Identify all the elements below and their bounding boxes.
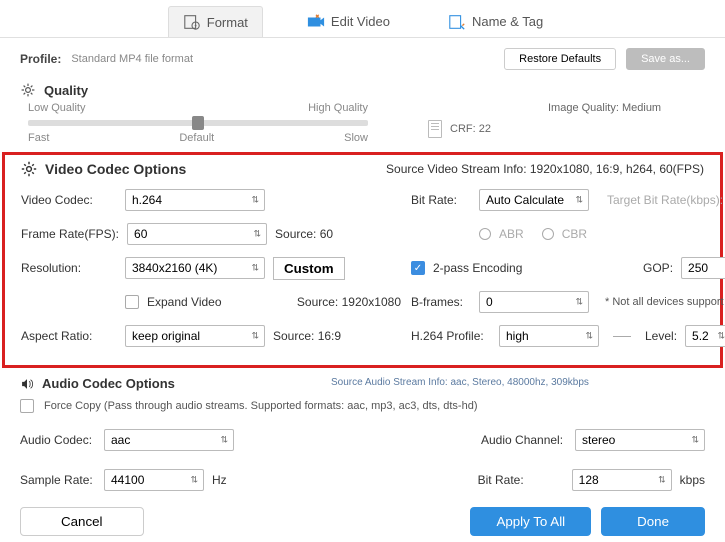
crf-text: CRF: 22 <box>450 123 491 135</box>
expand-video-label: Expand Video <box>147 295 222 309</box>
tab-label: Edit Video <box>331 14 390 29</box>
bitrate-label: Bit Rate: <box>411 193 471 207</box>
audio-codec-header: Audio Codec Options <box>0 374 195 393</box>
video-codec-select[interactable]: h.264 <box>125 189 265 211</box>
tab-edit-video[interactable]: Edit Video <box>293 6 404 37</box>
default-label: Default <box>179 132 214 144</box>
tabs-bar: Format Edit Video Name & Tag <box>0 0 725 38</box>
done-button[interactable]: Done <box>601 507 705 536</box>
video-codec-label: Video Codec: <box>21 193 117 207</box>
target-bitrate-label: Target Bit Rate(kbps): <box>607 193 723 207</box>
tab-label: Format <box>207 15 248 30</box>
aspect-ratio-select[interactable]: keep original <box>125 325 265 347</box>
resolution-select[interactable]: 3840x2160 (4K) <box>125 257 265 279</box>
audio-source-info: Source Audio Stream Info: aac, Stereo, 4… <box>195 377 725 388</box>
abr-label: ABR <box>499 227 524 241</box>
bframes-label: B-frames: <box>411 295 471 309</box>
force-copy-checkbox[interactable] <box>20 399 34 413</box>
audio-codec-label: Audio Codec: <box>20 433 96 447</box>
quality-title: Quality <box>44 83 88 98</box>
tab-label: Name & Tag <box>472 14 543 29</box>
quality-slider[interactable] <box>28 120 368 126</box>
slider-thumb[interactable] <box>192 116 204 130</box>
resolution-source: Source: 1920x1080 <box>297 295 401 309</box>
audio-codec-section: Force Copy (Pass through audio streams. … <box>0 393 725 501</box>
tab-format[interactable]: Format <box>168 6 263 37</box>
aspect-ratio-label: Aspect Ratio: <box>21 329 117 343</box>
bitrate-select[interactable]: Auto Calculate <box>479 189 589 211</box>
bframes-note: * Not all devices support l <box>605 296 725 308</box>
level-select[interactable]: 5.2 <box>685 325 725 347</box>
aspect-ratio-source: Source: 16:9 <box>273 329 341 343</box>
twopass-label: 2-pass Encoding <box>433 261 522 275</box>
abr-radio[interactable] <box>479 228 491 240</box>
h264-profile-select[interactable]: high <box>499 325 599 347</box>
audio-channel-select[interactable]: stereo <box>575 429 705 451</box>
cbr-label: CBR <box>562 227 587 241</box>
speaker-icon <box>20 377 34 391</box>
profile-label: Profile: <box>20 52 61 66</box>
cancel-button[interactable]: Cancel <box>20 507 144 536</box>
document-icon <box>428 120 442 138</box>
twopass-checkbox[interactable]: ✓ <box>411 261 425 275</box>
footer: Cancel Apply To All Done <box>0 501 725 542</box>
sample-rate-select[interactable]: 44100 <box>104 469 204 491</box>
format-icon <box>183 13 201 31</box>
video-codec-title: Video Codec Options <box>45 161 186 177</box>
level-label: Level: <box>645 329 677 343</box>
profile-row: Profile: Standard MP4 file format Restor… <box>0 38 725 78</box>
name-tag-icon <box>448 13 466 31</box>
force-copy-label: Force Copy (Pass through audio streams. … <box>44 400 477 412</box>
fast-label: Fast <box>28 132 49 144</box>
audio-codec-select[interactable]: aac <box>104 429 234 451</box>
hz-label: Hz <box>212 473 227 487</box>
gear-icon <box>20 82 36 98</box>
edit-video-icon <box>307 13 325 31</box>
image-quality-text: Image Quality: Medium <box>548 102 661 114</box>
apply-to-all-button[interactable]: Apply To All <box>470 507 591 536</box>
audio-codec-title: Audio Codec Options <box>42 376 175 391</box>
high-quality-label: High Quality <box>308 102 368 114</box>
kbps-label: kbps <box>680 473 705 487</box>
expand-video-checkbox[interactable] <box>125 295 139 309</box>
save-as-button[interactable]: Save as... <box>626 48 705 70</box>
fps-select[interactable]: 60 <box>127 223 267 245</box>
restore-defaults-button[interactable]: Restore Defaults <box>504 48 616 70</box>
tab-name-tag[interactable]: Name & Tag <box>434 6 557 37</box>
h264-profile-label: H.264 Profile: <box>411 329 491 343</box>
dash-connector <box>613 336 631 337</box>
audio-bitrate-select[interactable]: 128 <box>572 469 672 491</box>
sample-rate-label: Sample Rate: <box>20 473 96 487</box>
custom-button[interactable]: Custom <box>273 257 345 280</box>
source-video-info: Source Video Stream Info: 1920x1080, 16:… <box>386 162 704 176</box>
profile-value: Standard MP4 file format <box>71 53 494 65</box>
slow-label: Slow <box>344 132 368 144</box>
gear-icon <box>21 161 37 177</box>
video-codec-section: Video Codec Options Source Video Stream … <box>2 152 723 368</box>
gop-label: GOP: <box>643 261 673 275</box>
bframes-select[interactable]: 0 <box>479 291 589 313</box>
low-quality-label: Low Quality <box>28 102 85 114</box>
fps-label: Frame Rate(FPS): <box>21 227 119 241</box>
cbr-radio[interactable] <box>542 228 554 240</box>
resolution-label: Resolution: <box>21 261 117 275</box>
gop-input[interactable] <box>681 257 725 279</box>
quality-block: Low Quality High Quality Fast Default Sl… <box>0 102 725 150</box>
audio-channel-label: Audio Channel: <box>481 433 567 447</box>
fps-source: Source: 60 <box>275 227 333 241</box>
quality-header: Quality <box>0 78 725 102</box>
audio-bitrate-label: Bit Rate: <box>478 473 564 487</box>
